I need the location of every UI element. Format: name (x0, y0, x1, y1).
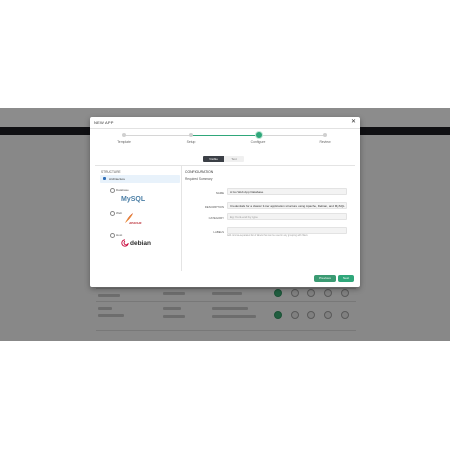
architecture-icon (103, 177, 106, 180)
step-label-setup[interactable]: Setup (176, 140, 206, 144)
view-toggle-visible[interactable]: Visible (203, 156, 224, 162)
category-field[interactable]: Eg: front-end by type (227, 213, 347, 220)
wizard-stepper: Template Setup Configure Review (90, 131, 360, 149)
debian-logo: debian (130, 240, 151, 247)
step-dot-review[interactable] (323, 133, 327, 137)
tree-item-architecture[interactable]: Architecture (100, 175, 180, 183)
step-connector (124, 135, 190, 136)
debian-swirl-icon (121, 239, 129, 247)
name-label: NAME (215, 191, 224, 195)
apache-logo: APACHE (129, 221, 142, 225)
step-connector-complete (192, 135, 258, 136)
expand-bullet-icon[interactable] (110, 188, 115, 193)
tree-item-label: Architecture (109, 177, 126, 181)
step-dot-setup[interactable] (189, 133, 193, 137)
tree-item-host[interactable]: Host (116, 233, 122, 237)
modal-title: NEW APP (94, 120, 114, 125)
labels-hint: Add comma-separated list of labels that … (227, 235, 308, 237)
expand-bullet-icon[interactable] (110, 233, 115, 238)
tree-item-web[interactable]: Web (116, 211, 122, 215)
step-label-template[interactable]: Template (109, 140, 139, 144)
step-label-review[interactable]: Review (310, 140, 340, 144)
description-label: DESCRIPTION (204, 205, 224, 209)
step-dot-template[interactable] (122, 133, 126, 137)
name-field[interactable]: A Go Web App Database (227, 188, 347, 195)
view-toggle-text[interactable]: Text (224, 156, 244, 162)
labels-field[interactable] (227, 227, 347, 234)
configuration-subtitle: Required Summary (185, 177, 213, 181)
mysql-logo: MySQL (121, 196, 145, 203)
structure-heading: STRUCTURE (101, 170, 121, 174)
step-label-configure[interactable]: Configure (243, 140, 273, 144)
configuration-heading: CONFIGURATION (185, 170, 214, 174)
previous-button[interactable]: Previous (314, 275, 336, 282)
panel-divider (95, 165, 355, 166)
category-label: CATEGORY (208, 216, 224, 220)
labels-label: LABELS (213, 230, 224, 234)
mysql-logo-text: MySQL (121, 196, 146, 203)
step-dot-configure[interactable] (256, 132, 262, 138)
expand-bullet-icon[interactable] (110, 211, 115, 216)
modal-header-divider (90, 128, 360, 129)
tree-item-database[interactable]: Database (116, 188, 129, 192)
next-button[interactable]: Next (338, 275, 354, 282)
close-icon[interactable]: ✕ (351, 118, 356, 125)
step-connector (260, 135, 324, 136)
description-field[interactable]: Credentials for a classic 3-tier applica… (227, 202, 347, 209)
